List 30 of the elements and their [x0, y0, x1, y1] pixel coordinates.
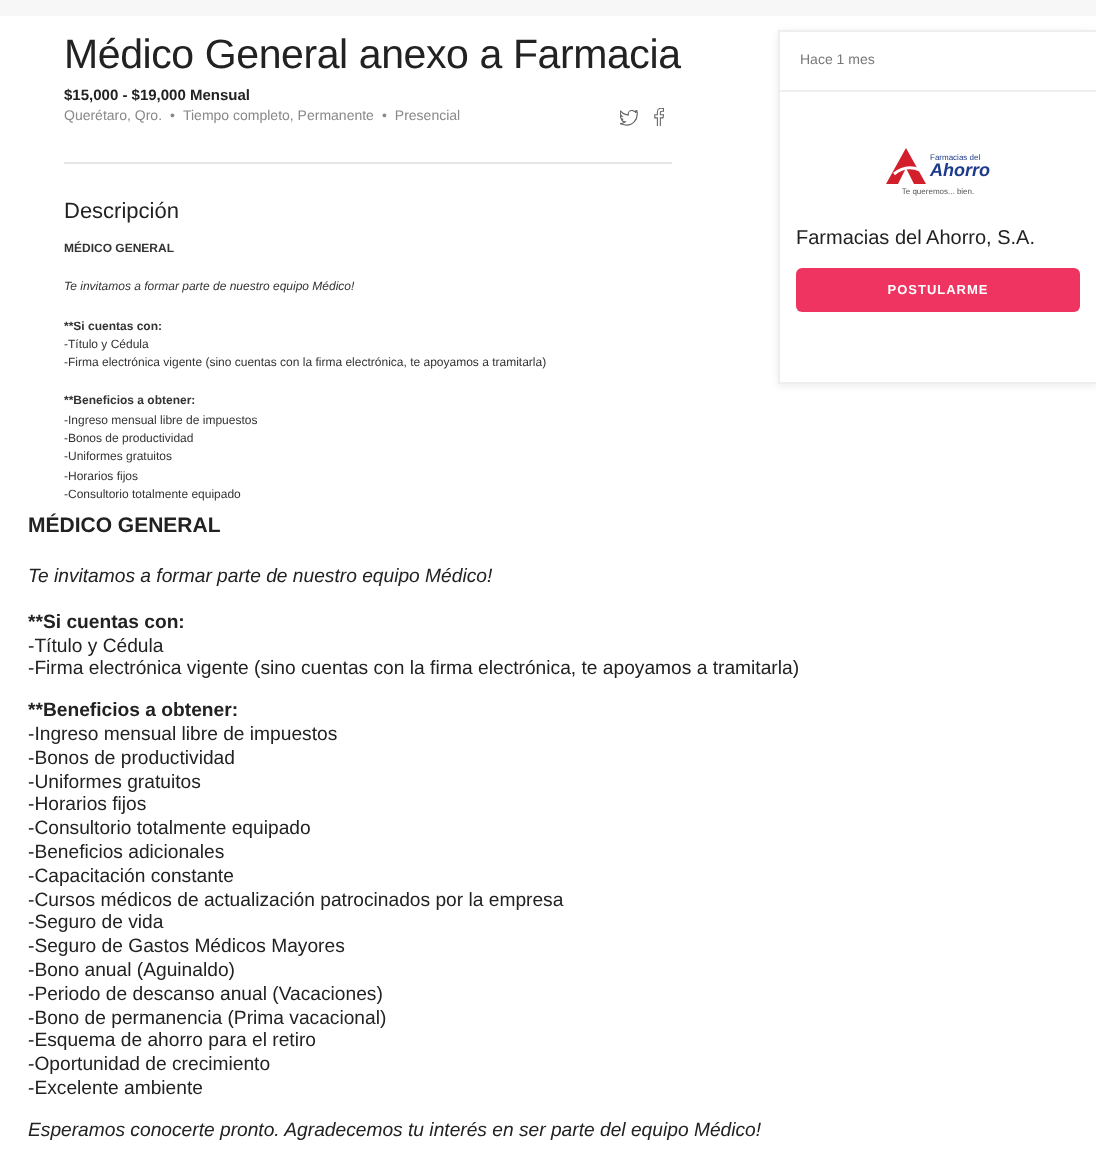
- logo-mark-icon: [886, 148, 926, 184]
- list-item: -Uniformes gratuitos: [28, 771, 203, 795]
- list-item: -Ingreso mensual libre de impuestos: [28, 724, 340, 748]
- list-item: -Horarios fijos: [28, 794, 149, 819]
- list-item: -Firma electrónica vigente (sino cuentas con la firma electrónica, te apoyamos a tramitarla): [28, 658, 802, 683]
- list-heading: **Si cuentas con:: [28, 611, 187, 636]
- list-item: -Beneficios adicionales: [28, 842, 227, 866]
- company-name: Farmacias del Ahorro, S.A.: [796, 228, 1035, 250]
- list-item: -Esquema de ahorro para el retiro: [28, 1030, 318, 1055]
- list-item: -Capacitación constante: [28, 865, 236, 890]
- italic-paragraph: Esperamos conocerte pronto. Agradecemos tu interés en ser parte del equipo Médico!: [28, 1119, 764, 1144]
- list-heading: **Beneficios a obtener:: [28, 700, 241, 725]
- list-item: -Seguro de Gastos Médicos Mayores: [28, 936, 347, 961]
- list-item: -Periodo de descanso anual (Vacaciones): [28, 983, 385, 1008]
- bird-icon[interactable]: [620, 109, 638, 125]
- italic-paragraph: Te invitamos a formar parte de nuestro equipo Médico!: [28, 566, 495, 590]
- list-item: -Bonos de productividad: [28, 747, 237, 772]
- logo-text: Ahorro: [930, 161, 990, 179]
- list-item: -Bono anual (Aguinaldo): [28, 960, 237, 984]
- job-title: Médico General anexo a Farmacia: [64, 30, 683, 82]
- list-item: -Excelente ambiente: [28, 1078, 205, 1102]
- list-item: -Seguro de vida: [28, 912, 166, 937]
- list-item: -Oportunidad de crecimiento: [28, 1054, 273, 1078]
- section-title: MÉDICO GENERAL: [28, 516, 223, 541]
- section-heading: Descripción: [64, 200, 181, 224]
- list-item: -Bono de permanencia (Prima vacacional): [28, 1007, 389, 1031]
- list-item: -Título y Cédula: [28, 635, 166, 659]
- list-item: -Consultorio totalmente equipado: [28, 818, 313, 843]
- list-item: -Cursos médicos de actualización patrocinados por la empresa: [28, 889, 566, 913]
- facebook-icon[interactable]: [654, 108, 664, 126]
